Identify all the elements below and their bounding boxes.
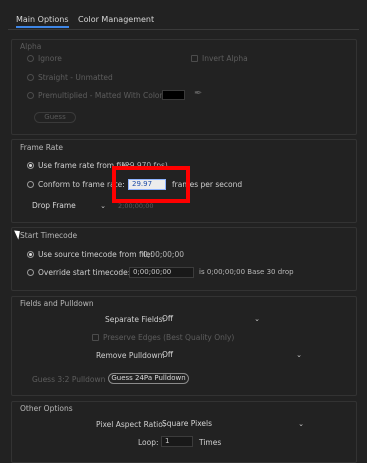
label-straight: Straight - Unmatted (38, 73, 113, 82)
chevron-down-icon: ⌄ (254, 315, 260, 323)
pixel-aspect-ratio-dropdown[interactable]: Square Pixels ⌄ (162, 418, 306, 430)
timecode-base-text: is 0;00;00;00 Base 30 drop (199, 268, 294, 276)
radio-premultiplied[interactable] (27, 92, 34, 99)
drop-frame-partial-text: 2;00;00;00 (118, 202, 154, 210)
source-timecode-value: 0;00;00;00 (143, 250, 184, 259)
tab-main-options[interactable]: Main Options (16, 15, 69, 28)
chevron-down-icon: ⌄ (296, 351, 302, 359)
override-timecode-input[interactable]: 0;00;00;00 (129, 267, 194, 278)
label-loop: Loop: (138, 438, 159, 447)
pixel-aspect-ratio-value: Square Pixels (162, 419, 213, 428)
radio-straight[interactable] (27, 74, 34, 81)
label-separate-fields: Separate Fields: (105, 315, 166, 324)
eyedropper-icon[interactable]: ✒ (194, 88, 202, 99)
checkbox-invert-alpha[interactable] (191, 55, 198, 62)
fields-pulldown-heading: Fields and Pulldown (20, 299, 94, 308)
label-remove-pulldown: Remove Pulldown: (96, 351, 165, 360)
radio-override-start-timecode[interactable] (27, 269, 34, 276)
label-invert-alpha: Invert Alpha (202, 54, 248, 63)
red-annotation-box (112, 166, 190, 203)
label-use-source-timecode: Use source timecode from file: (38, 250, 153, 259)
radio-conform-frame-rate[interactable] (27, 181, 34, 188)
drop-frame-value: Drop Frame (32, 201, 76, 210)
chevron-down-icon: ⌄ (298, 420, 304, 428)
label-ignore: Ignore (38, 54, 62, 63)
timecode-heading: Start Timecode (20, 231, 78, 240)
chevron-down-icon: ⌄ (100, 202, 106, 210)
separate-fields-value: Off (162, 314, 174, 323)
separate-fields-dropdown[interactable]: Off ⌄ (162, 313, 262, 325)
frame-rate-heading: Frame Rate (20, 143, 63, 152)
guess-button[interactable]: Guess (34, 112, 76, 123)
guess-32-pulldown-button[interactable]: Guess 3:2 Pulldown (32, 375, 105, 384)
radio-ignore[interactable] (27, 55, 34, 62)
other-options-heading: Other Options (20, 404, 73, 413)
drop-frame-dropdown[interactable]: Drop Frame ⌄ (32, 200, 108, 212)
matte-color-swatch[interactable] (162, 90, 185, 100)
guess-24pa-pulldown-button[interactable]: Guess 24Pa Pulldown (108, 373, 189, 384)
radio-use-frame-rate-from-file[interactable] (27, 162, 34, 169)
tab-divider (8, 29, 359, 30)
tab-color-management[interactable]: Color Management (78, 15, 154, 24)
loop-input[interactable]: 1 (161, 436, 193, 447)
radio-use-source-timecode[interactable] (27, 251, 34, 258)
label-times: Times (199, 438, 222, 447)
remove-pulldown-value: Off (162, 350, 174, 359)
label-pixel-aspect-ratio: Pixel Aspect Ratio: (96, 420, 166, 429)
checkbox-preserve-edges[interactable] (92, 334, 99, 341)
label-premultiplied: Premultiplied - Matted With Color: (38, 91, 165, 100)
label-preserve-edges: Preserve Edges (Best Quality Only) (103, 333, 235, 342)
alpha-heading: Alpha (20, 42, 42, 51)
remove-pulldown-dropdown[interactable]: Off ⌄ (162, 349, 304, 361)
label-override-start-timecode: Override start timecode: (38, 268, 131, 277)
